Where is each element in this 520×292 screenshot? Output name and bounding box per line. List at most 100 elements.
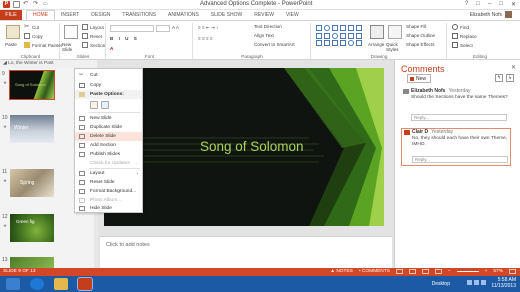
- menu-item-copy[interactable]: Copy: [75, 81, 142, 90]
- reply-input[interactable]: Reply...: [411, 114, 507, 121]
- shape-icon[interactable]: [324, 40, 330, 47]
- paste-icon[interactable]: [6, 25, 20, 39]
- shape-icon[interactable]: [340, 25, 346, 31]
- menu-item-new-slide[interactable]: New Slide: [75, 114, 142, 123]
- notes-toggle[interactable]: ▲ NOTES: [330, 269, 353, 274]
- menu-item-photo-album[interactable]: Photo Album...: [75, 196, 142, 205]
- reset-button[interactable]: Reset: [82, 33, 102, 39]
- quick-styles-icon[interactable]: [388, 25, 402, 39]
- volume-icon[interactable]: [474, 280, 479, 285]
- zoom-in-icon[interactable]: +: [485, 269, 488, 274]
- slide-thumbnail[interactable]: Green fig: [10, 214, 54, 242]
- menu-item-add-section[interactable]: Add Section: [75, 141, 142, 150]
- shape-icon[interactable]: [340, 40, 346, 47]
- close-icon[interactable]: ✕: [511, 1, 516, 8]
- shapes-gallery[interactable]: [316, 25, 362, 47]
- section-header[interactable]: ◢ Lo, the Winter is Past: [0, 60, 97, 68]
- comment-thread-selected[interactable]: Clair D Yesterday No, they should each ha…: [401, 128, 511, 166]
- menu-item-format-background[interactable]: Format Background...: [75, 187, 142, 196]
- shape-icon[interactable]: [316, 25, 322, 31]
- menu-item-cut[interactable]: ✂ Cut: [75, 71, 142, 80]
- shape-outline-button[interactable]: Shape Outline: [406, 33, 435, 38]
- zoom-slider[interactable]: [456, 271, 479, 272]
- new-slide-icon[interactable]: [64, 25, 78, 39]
- zoom-out-icon[interactable]: –: [448, 269, 451, 274]
- slide-thumbnail[interactable]: [10, 257, 54, 268]
- slide-sorter-icon[interactable]: [408, 269, 416, 274]
- tab-file[interactable]: FILE: [0, 10, 22, 20]
- shape-icon[interactable]: [316, 32, 322, 39]
- slide-canvas[interactable]: Song of Solomon: [104, 68, 384, 226]
- font-style-buttons[interactable]: B I U S: [110, 36, 139, 41]
- new-slide-button[interactable]: New Slide: [62, 42, 80, 52]
- menu-item-reset-slide[interactable]: Reset Slide: [75, 178, 142, 187]
- menu-item-hide-slide[interactable]: Hide Slide: [75, 205, 142, 213]
- user-account[interactable]: Elizabeth Nofs: [470, 11, 512, 18]
- shape-icon[interactable]: [332, 25, 338, 31]
- desktop-toolbar[interactable]: Desktop: [432, 281, 450, 287]
- convert-smartart-button[interactable]: Convert to SmartArt: [254, 42, 295, 47]
- start-slideshow-icon[interactable]: ▭: [43, 1, 50, 8]
- shape-icon[interactable]: [316, 40, 322, 47]
- slide-thumbnail[interactable]: Spring: [10, 169, 54, 197]
- paste-use-theme-icon[interactable]: [101, 101, 109, 109]
- windows-start-icon[interactable]: [6, 278, 20, 290]
- network-icon[interactable]: [467, 280, 472, 285]
- fit-slide-icon[interactable]: [509, 269, 516, 274]
- bullets-icon[interactable]: ≡ ≡ ⇤ ⇥ ↕: [198, 25, 218, 31]
- format-painter-button[interactable]: Format Painter: [24, 42, 62, 48]
- shape-effects-button[interactable]: Shape Effects: [406, 42, 435, 47]
- flag-icon[interactable]: [481, 280, 486, 285]
- internet-explorer-icon[interactable]: [30, 278, 44, 290]
- shape-icon[interactable]: [332, 32, 338, 39]
- align-icons[interactable]: ≡ ≡ ≡ ≡: [198, 36, 213, 41]
- previous-comment-icon[interactable]: ↰: [495, 74, 503, 82]
- shape-fill-button[interactable]: Shape Fill: [406, 24, 426, 29]
- select-button[interactable]: Select: [452, 42, 473, 48]
- section-button[interactable]: Section: [82, 42, 105, 48]
- undo-icon[interactable]: ↶: [23, 1, 30, 8]
- font-size-box[interactable]: [156, 25, 170, 32]
- shape-icon[interactable]: [356, 25, 362, 31]
- shape-icon[interactable]: [324, 25, 330, 31]
- menu-item-duplicate-slide[interactable]: Duplicate Slide: [75, 123, 142, 132]
- arrange-icon[interactable]: [370, 25, 384, 39]
- replace-button[interactable]: Replace: [452, 33, 477, 39]
- close-icon[interactable]: ✕: [511, 64, 516, 71]
- cut-button[interactable]: ✂ Cut: [24, 24, 39, 30]
- font-family-box[interactable]: [110, 25, 154, 32]
- menu-item-publish-slides[interactable]: Publish Slides: [75, 150, 142, 159]
- shape-icon[interactable]: [332, 40, 338, 47]
- comment-thread[interactable]: Elizabeth Nofs Yesterday Should the Secti…: [401, 88, 511, 124]
- find-button[interactable]: Find: [452, 24, 469, 30]
- font-grow-icon[interactable]: A A: [172, 25, 179, 30]
- next-comment-icon[interactable]: ↳: [506, 74, 514, 82]
- align-text-button[interactable]: Align Text: [254, 33, 274, 38]
- save-icon[interactable]: [13, 1, 20, 8]
- shape-icon[interactable]: [356, 40, 362, 47]
- quick-styles-button[interactable]: Quick Styles: [386, 42, 404, 52]
- redo-icon[interactable]: ↷: [33, 1, 40, 8]
- slideshow-view-icon[interactable]: [434, 269, 442, 274]
- reply-input[interactable]: Reply...: [412, 156, 508, 163]
- help-icon[interactable]: ?: [465, 1, 468, 8]
- paste-button[interactable]: Paste: [5, 42, 17, 47]
- shape-icon[interactable]: [348, 32, 354, 39]
- slide-thumbnail[interactable]: Song of Solomon: [9, 70, 55, 100]
- menu-item-check-updates[interactable]: Check for Updates ›: [75, 159, 142, 168]
- clock[interactable]: 5:58 AM 11/13/2013: [491, 277, 516, 289]
- normal-view-icon[interactable]: [395, 269, 403, 274]
- zoom-level[interactable]: 57%: [493, 269, 503, 274]
- powerpoint-taskbar-icon[interactable]: [77, 277, 93, 291]
- text-direction-button[interactable]: Text Direction: [254, 24, 282, 29]
- maximize-icon[interactable]: □: [499, 1, 503, 8]
- file-explorer-icon[interactable]: [54, 278, 68, 290]
- shape-icon[interactable]: [356, 32, 362, 39]
- shape-icon[interactable]: [348, 25, 354, 31]
- layout-button[interactable]: Layout: [82, 24, 104, 30]
- arrange-button[interactable]: Arrange: [368, 42, 384, 47]
- new-comment-button[interactable]: New: [407, 74, 431, 83]
- comments-toggle[interactable]: ▪ COMMENTS: [359, 269, 390, 274]
- minimize-icon[interactable]: –: [488, 1, 491, 8]
- menu-item-delete-slide[interactable]: Delete Slide: [75, 132, 142, 141]
